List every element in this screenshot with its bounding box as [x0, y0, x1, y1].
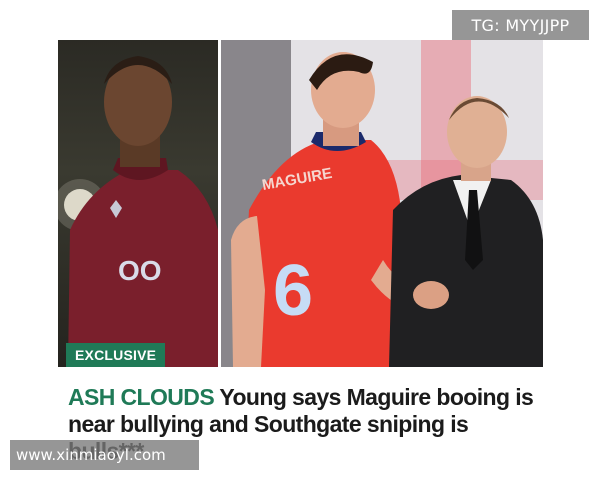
headline-kicker: ASH CLOUDS	[68, 384, 215, 410]
exclusive-badge: EXCLUSIVE	[66, 343, 166, 367]
photo-players-right: 6 MAGUIRE	[221, 40, 543, 367]
shirt-sponsor-text: OO	[118, 255, 162, 286]
players-photo-illustration: 6 MAGUIRE	[221, 40, 543, 367]
watermark-website: www.xinmiaoyl.com	[10, 440, 199, 470]
watermark-telegram: TG: MYYJJPP	[452, 10, 589, 40]
photo-player-left: OO	[58, 40, 218, 367]
svg-text:6: 6	[273, 251, 313, 331]
player-photo-illustration: OO	[58, 56, 218, 367]
